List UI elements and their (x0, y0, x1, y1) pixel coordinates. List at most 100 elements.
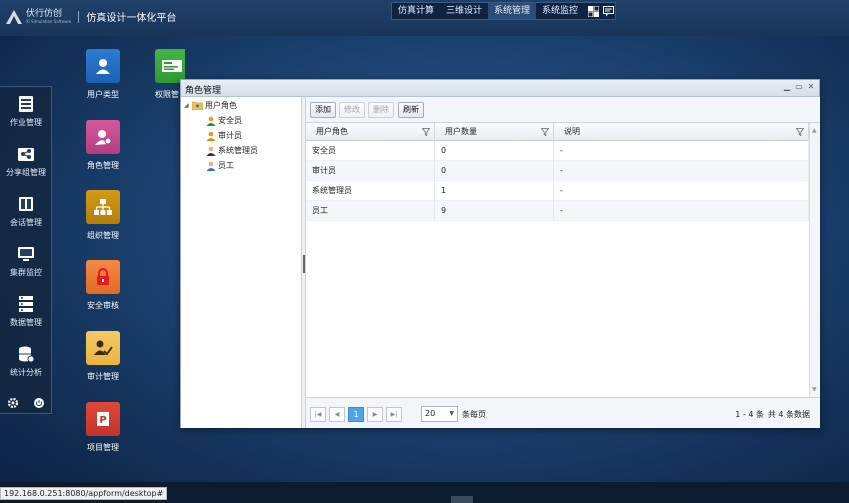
desktop-icon-user-type[interactable]: 用户类型 (68, 49, 138, 100)
cell-role: 安全员 (306, 141, 435, 161)
grid-pager: |◀ ◀ 1 ▶ ▶| 20 ▼ 条每页 1 - 4 条 共 4 条数据 (306, 397, 820, 428)
add-button[interactable]: 添加 (310, 102, 336, 118)
delete-button[interactable]: 删除 (368, 102, 394, 118)
window-controls: ▁ ▭ ✕ (783, 83, 815, 91)
lock-icon (97, 268, 109, 285)
layout-toggle-icon[interactable] (588, 5, 600, 17)
top-bar: 伏行仿创 Xi Simulation Software 仿真设计一体化平台 仿真… (0, 0, 849, 36)
gear-icon[interactable] (7, 397, 19, 409)
session-icon (19, 197, 33, 211)
desktop-icon-label: 角色管理 (87, 161, 119, 170)
dock-label: 会话管理 (10, 218, 42, 227)
cell-role: 员工 (306, 201, 435, 221)
close-icon[interactable]: ✕ (807, 83, 815, 91)
svg-text:P: P (99, 415, 106, 426)
desktop-icon-label: 组织管理 (87, 231, 119, 240)
tree-root[interactable]: ◢ 用户角色 (184, 100, 237, 111)
desktop-icon-org-management[interactable]: 组织管理 (68, 190, 138, 241)
table-row[interactable]: 安全员 0 - (306, 141, 809, 161)
splitter-grip[interactable] (303, 255, 305, 273)
edit-button[interactable]: 修改 (339, 102, 365, 118)
maximize-icon[interactable]: ▭ (795, 83, 803, 91)
next-page-button[interactable]: ▶ (367, 407, 383, 422)
desktop-icon-label: 安全审核 (87, 301, 119, 310)
dock-label: 集群监控 (10, 268, 42, 277)
dock-label: 数据管理 (10, 318, 42, 327)
tree-node-system-admin[interactable]: 系统管理员 (206, 145, 258, 156)
tree-node-employee[interactable]: 员工 (206, 160, 234, 171)
column-header-role[interactable]: 用户角色 (306, 123, 435, 141)
page-size-label: 条每页 (462, 410, 486, 419)
nav-3d-design[interactable]: 三维设计 (440, 3, 488, 19)
first-page-button[interactable]: |◀ (310, 407, 326, 422)
filter-icon[interactable] (796, 128, 804, 136)
table-row[interactable]: 系统管理员 1 - (306, 181, 809, 201)
project-icon: P (97, 412, 109, 426)
nav-system-monitor[interactable]: 系统监控 (536, 3, 584, 19)
nav-simulation-compute[interactable]: 仿真计算 (392, 3, 440, 19)
desktop-icon-audit-management[interactable]: 审计管理 (68, 331, 138, 382)
person-icon (206, 161, 216, 171)
desktop-icon-label: 项目管理 (87, 443, 119, 452)
window-title-bar[interactable]: 角色管理 ▁ ▭ ✕ (181, 80, 819, 97)
table-row[interactable]: 员工 9 - (306, 201, 809, 221)
taskbar-slot[interactable] (451, 496, 473, 503)
cell-user-count: 1 (435, 181, 554, 201)
tree-node-auditor[interactable]: 审计员 (206, 130, 242, 141)
desktop-icon-role-management[interactable]: 角色管理 (68, 120, 138, 171)
table-row[interactable]: 审计员 0 - (306, 161, 809, 181)
column-header-user-count[interactable]: 用户数量 (435, 123, 554, 141)
power-icon[interactable] (33, 397, 45, 409)
message-icon[interactable] (603, 5, 615, 17)
dock-item-job-management[interactable]: 作业管理 (0, 95, 52, 128)
filter-icon[interactable] (422, 128, 430, 136)
data-icon (19, 296, 33, 312)
tree-node-security-officer[interactable]: 安全员 (206, 115, 242, 126)
page-range: 1 - 4 条 (735, 410, 764, 419)
role-grid-panel: 添加 修改 删除 刷新 用户角色 用户数量 说明 安全员 0 - 审计员 0 -… (306, 97, 820, 428)
minimize-icon[interactable]: ▁ (783, 83, 791, 91)
brand-subtitle: Xi Simulation Software (26, 19, 72, 24)
page-size-select[interactable]: 20 ▼ (421, 406, 458, 422)
dock-item-share-group[interactable]: 分享组管理 (0, 145, 52, 178)
dock-label: 分享组管理 (6, 168, 46, 177)
desktop-icon-label: 审计管理 (87, 372, 119, 381)
refresh-button[interactable]: 刷新 (398, 102, 424, 118)
tree-node-label: 审计员 (218, 131, 242, 140)
desktop-icon-label: 权限管 (155, 90, 179, 99)
cell-role: 审计员 (306, 161, 435, 181)
filter-icon[interactable] (541, 128, 549, 136)
dock-label: 统计分析 (10, 368, 42, 377)
cell-description: - (554, 181, 809, 201)
brand-mark-icon (6, 9, 22, 24)
database-icon (19, 346, 35, 363)
app-dock: 作业管理 分享组管理 会话管理 集群监控 数据管理 统计分析 (0, 86, 52, 414)
tree-expand-icon[interactable]: ◢ (184, 102, 192, 109)
last-page-button[interactable]: ▶| (386, 407, 402, 422)
desktop-icon-permission[interactable]: 权限管 (137, 49, 185, 100)
tree-root-label: 用户角色 (205, 101, 237, 110)
desktop-icon-security-audit[interactable]: 安全审核 (68, 260, 138, 311)
dock-item-cluster-monitor[interactable]: 集群监控 (0, 245, 52, 278)
role-tree-panel: ◢ 用户角色 安全员 审计员 系统管理员 员工 (181, 97, 302, 428)
cell-description: - (554, 161, 809, 181)
dock-item-data-management[interactable]: 数据管理 (0, 295, 52, 328)
grid-scrollbar[interactable]: ▲ ▼ (809, 123, 820, 397)
dock-item-statistics[interactable]: 统计分析 (0, 345, 52, 378)
monitor-icon (18, 247, 34, 261)
column-header-description[interactable]: 说明 (554, 123, 809, 141)
nav-system-management[interactable]: 系统管理 (488, 3, 537, 19)
cell-description: - (554, 141, 809, 161)
cell-user-count: 9 (435, 201, 554, 221)
scroll-down-icon[interactable]: ▼ (812, 386, 817, 393)
window-title: 角色管理 (185, 86, 222, 96)
tree-node-label: 系统管理员 (218, 146, 258, 155)
desktop-icon-project-management[interactable]: P 项目管理 (68, 402, 138, 453)
current-page-button[interactable]: 1 (348, 407, 364, 422)
scroll-up-icon[interactable]: ▲ (812, 127, 817, 134)
prev-page-button[interactable]: ◀ (329, 407, 345, 422)
share-group-icon (18, 148, 34, 161)
dock-item-session-management[interactable]: 会话管理 (0, 195, 52, 228)
role-management-window: 角色管理 ▁ ▭ ✕ ◢ 用户角色 安全员 审计员 系统管理员 员工 添加 修改… (180, 79, 820, 428)
page-size-value: 20 (425, 409, 436, 418)
